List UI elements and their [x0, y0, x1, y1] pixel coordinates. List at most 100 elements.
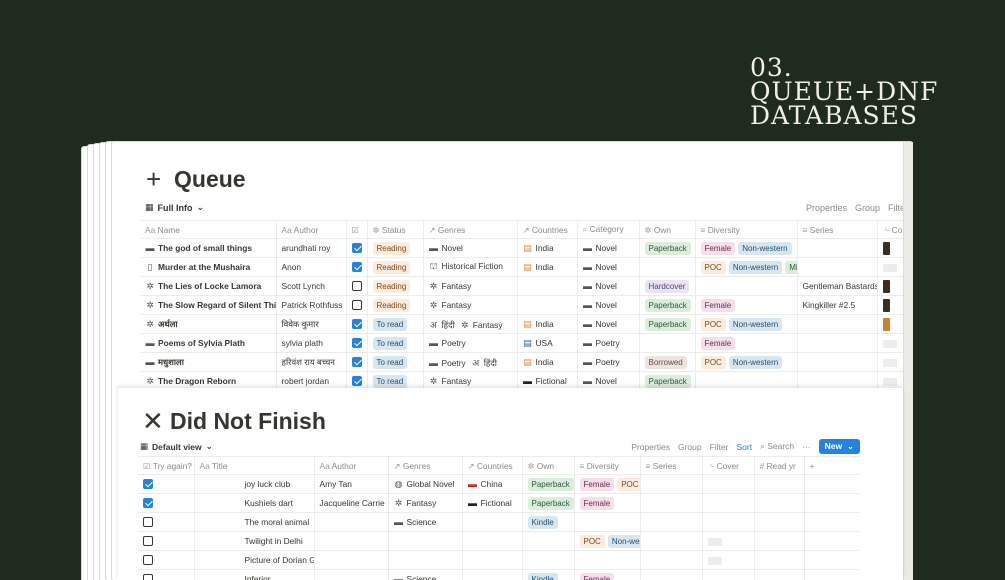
table-row[interactable]: ✲ The Slow Regard of Silent Thin Patrick R… — [140, 295, 903, 315]
cover-cell[interactable] — [702, 569, 755, 580]
properties-button[interactable]: Properties — [806, 203, 847, 213]
genres-cell[interactable]: अ हिंदी ✲ Fantasy — [423, 314, 518, 334]
status-cell[interactable]: Reading — [367, 238, 424, 258]
genres-cell[interactable]: ✲ Fantasy — [423, 276, 518, 296]
diversity-cell[interactable]: POCNon-wes — [574, 531, 641, 551]
category-cell[interactable]: ▬ Novel — [577, 295, 640, 315]
name-cell[interactable]: ✲ अर्थला — [140, 314, 277, 334]
filter-button[interactable]: Filte — [888, 203, 903, 213]
table-row[interactable]: Twilight in Delhi POCNon-wes — [138, 531, 860, 551]
column-header[interactable]: ⌎ Co — [877, 220, 903, 239]
name-cell[interactable]: ▬ Poems of Sylvia Plath — [140, 333, 277, 353]
own-cell[interactable]: Paperback — [639, 314, 696, 334]
cover-cell[interactable] — [877, 276, 903, 296]
title-cell[interactable]: Kushiels dart — [194, 493, 315, 513]
country-cell[interactable] — [462, 569, 523, 580]
title-cell[interactable]: joy luck club — [194, 474, 315, 494]
own-cell[interactable] — [522, 550, 575, 570]
read-year-cell[interactable] — [754, 550, 805, 570]
own-cell[interactable] — [522, 531, 575, 551]
country-cell[interactable]: ▬ Fictional — [462, 493, 523, 513]
status-cell[interactable]: To read — [367, 352, 424, 372]
table-row[interactable]: joy luck club Amy Tan ◍ Global Novel ▬ China P… — [138, 474, 860, 494]
column-header[interactable]: ≡ Diversity — [695, 220, 798, 239]
series-cell[interactable] — [640, 512, 703, 532]
genres-cell[interactable]: ▬ Poetry अ हिंदी — [423, 352, 518, 372]
table-row[interactable]: The moral animal ▬ Science Kindle — [138, 512, 860, 532]
series-cell[interactable] — [640, 474, 703, 494]
name-cell[interactable]: ▬ The god of small things — [140, 238, 277, 258]
checkbox[interactable] — [351, 262, 362, 273]
table-row[interactable]: ✲ The Lies of Locke Lamora Scott Lynch Read… — [140, 276, 903, 296]
series-cell[interactable] — [640, 550, 703, 570]
filter-button[interactable]: Filter — [710, 442, 729, 452]
column-header[interactable]: ≡ Series — [797, 220, 878, 239]
author-cell[interactable]: Amy Tan — [314, 474, 389, 494]
country-cell[interactable]: ▬ China — [462, 474, 523, 494]
check-cell[interactable] — [346, 276, 368, 296]
country-cell[interactable] — [517, 276, 578, 296]
checkbox[interactable] — [143, 555, 153, 566]
column-header[interactable]: ✲ Status — [367, 220, 424, 239]
checkbox[interactable] — [143, 479, 153, 490]
check-cell[interactable] — [346, 314, 368, 334]
series-cell[interactable] — [640, 493, 703, 513]
table-row[interactable]: Picture of Dorian Gray — [138, 550, 860, 570]
table-row[interactable]: Kushiels dart Jacqueline Carrie ✲ Fantasy ▬ F… — [138, 493, 860, 513]
author-cell[interactable]: Patrick Rothfuss — [276, 295, 347, 315]
category-cell[interactable]: ▬ Novel — [577, 314, 640, 334]
checkbox[interactable] — [143, 498, 153, 509]
checkbox[interactable] — [351, 357, 362, 368]
status-cell[interactable]: Reading — [367, 257, 424, 277]
series-cell[interactable] — [797, 238, 878, 258]
read-year-cell[interactable] — [754, 474, 805, 494]
status-cell[interactable]: Reading — [367, 295, 424, 315]
checkbox[interactable] — [143, 517, 153, 528]
genres-cell[interactable]: ◍ Global Novel — [388, 474, 463, 494]
series-cell[interactable]: Gentleman Bastards — [797, 276, 878, 296]
genres-cell[interactable]: ▬ Novel — [423, 238, 518, 258]
diversity-cell[interactable]: Female POC — [574, 474, 641, 494]
title-cell[interactable]: Inferior — [194, 569, 315, 580]
checkbox[interactable] — [351, 338, 362, 349]
series-cell[interactable] — [797, 257, 878, 277]
title-cell[interactable]: Picture of Dorian Gray — [194, 550, 315, 570]
genres-cell[interactable]: ▬ Poetry — [423, 333, 518, 353]
checkbox[interactable] — [143, 536, 153, 547]
column-header[interactable]: ↗ Countries — [517, 220, 578, 239]
cover-cell[interactable] — [702, 493, 755, 513]
author-cell[interactable]: arundhati roy — [276, 238, 347, 258]
group-button[interactable]: Group — [855, 203, 880, 213]
cover-cell[interactable] — [702, 531, 755, 551]
genres-cell[interactable] — [388, 550, 463, 570]
table-row[interactable]: ▬ Poems of Sylvia Plath sylvia plath To rea… — [140, 333, 903, 353]
author-cell[interactable] — [314, 531, 389, 551]
cover-cell[interactable] — [702, 512, 755, 532]
read-year-cell[interactable] — [754, 512, 805, 532]
cover-cell[interactable] — [702, 474, 755, 494]
column-header[interactable]: ≡ Diversity — [574, 456, 641, 475]
group-button[interactable]: Group — [678, 442, 702, 452]
name-cell[interactable]: ✲ The Lies of Locke Lamora — [140, 276, 277, 296]
own-cell[interactable]: Paperback — [522, 493, 575, 513]
series-cell[interactable] — [640, 569, 703, 580]
series-cell[interactable] — [640, 531, 703, 551]
genres-cell[interactable]: ▬ Science — [388, 569, 463, 580]
author-cell[interactable]: Anon — [276, 257, 347, 277]
checkbox[interactable] — [351, 319, 362, 330]
column-header[interactable]: Aa Author — [276, 220, 347, 239]
read-year-cell[interactable] — [754, 531, 805, 551]
name-cell[interactable]: ▯ Murder at the Mushaira — [140, 257, 277, 277]
column-header[interactable]: # Read yr — [754, 456, 805, 475]
country-cell[interactable]: ▤ USA — [517, 333, 578, 353]
try-again-cell[interactable] — [138, 531, 195, 551]
view-switcher[interactable]: ▦ Default view ⌄ — [140, 441, 213, 452]
status-cell[interactable]: To read — [367, 314, 424, 334]
column-header[interactable]: ☑ — [346, 220, 368, 239]
own-cell[interactable]: Kindle — [522, 512, 575, 532]
series-cell[interactable] — [797, 333, 878, 353]
add-column-button[interactable]: + — [810, 461, 815, 471]
column-header[interactable]: ↗ Countries — [462, 456, 523, 475]
own-cell[interactable]: Paperback — [639, 238, 696, 258]
checkbox[interactable] — [351, 281, 362, 292]
